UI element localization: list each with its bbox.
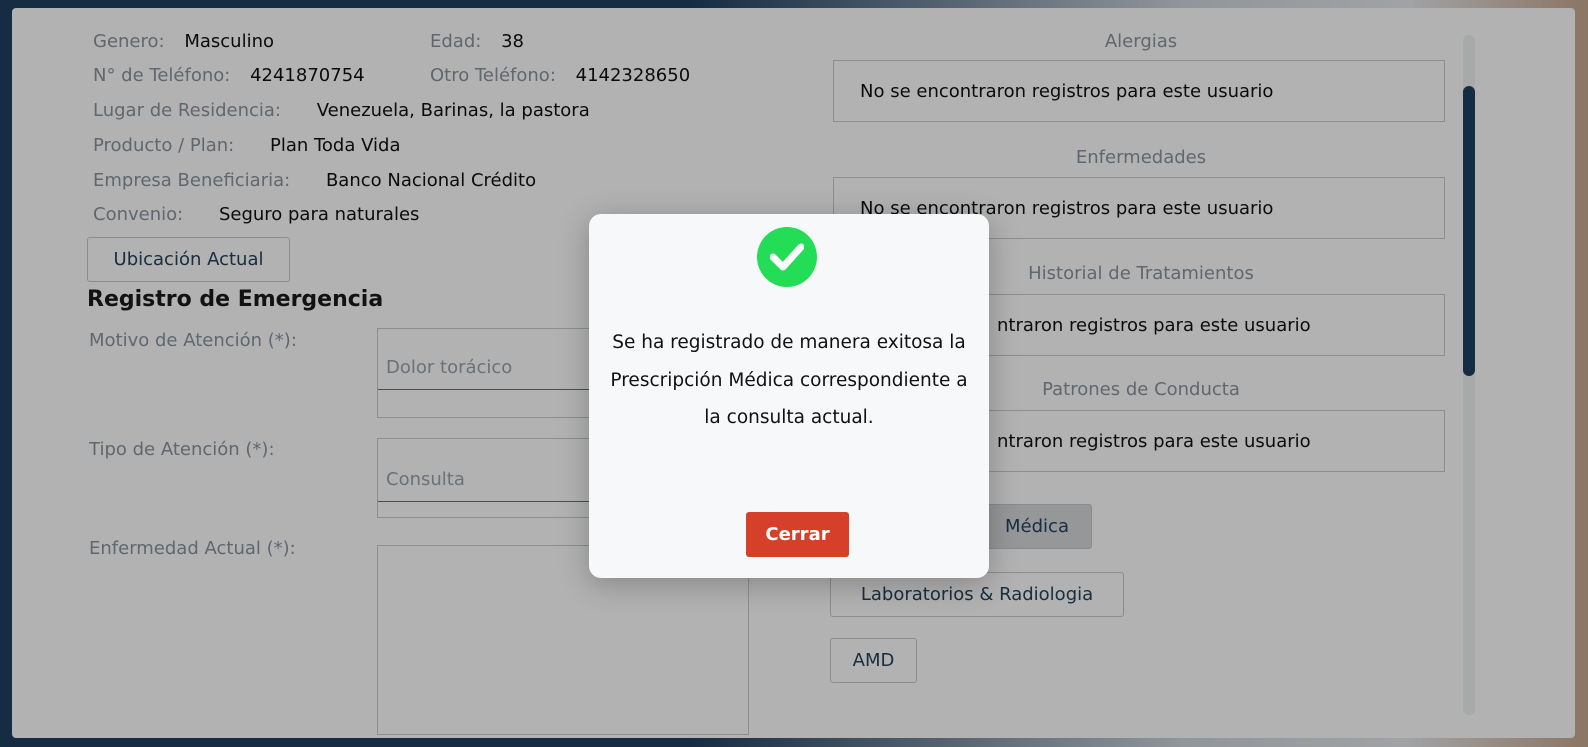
close-button[interactable]: Cerrar bbox=[746, 512, 849, 557]
success-check-icon bbox=[757, 227, 817, 287]
success-message: Se ha registrado de manera exitosa la Pr… bbox=[610, 332, 968, 428]
success-modal: Se ha registrado de manera exitosa la Pr… bbox=[589, 214, 989, 578]
